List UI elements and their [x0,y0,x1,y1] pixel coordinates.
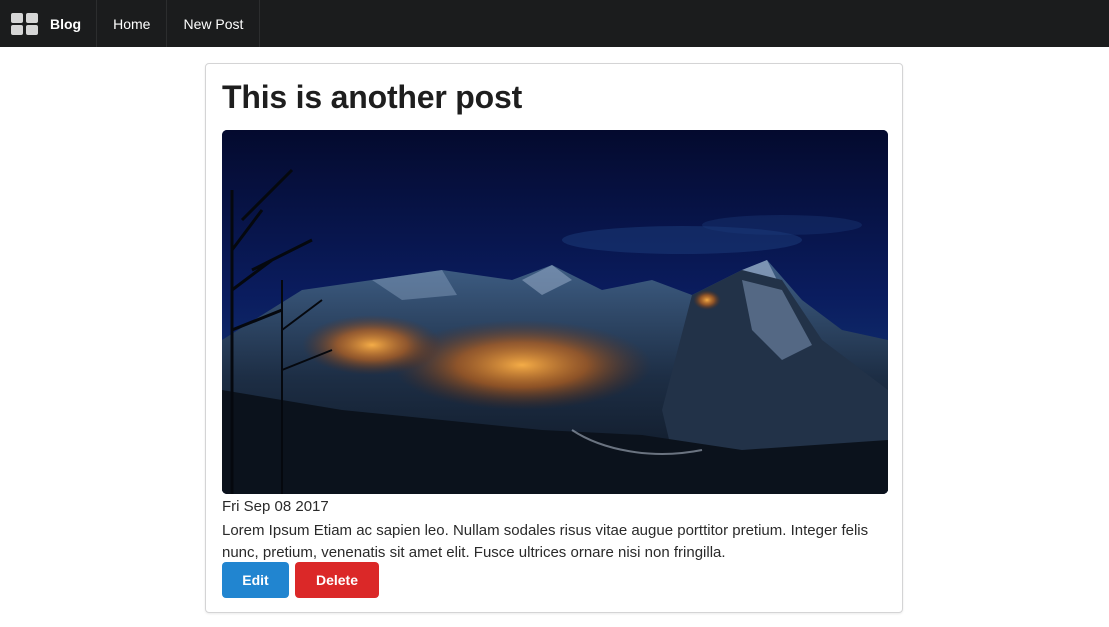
post-date: Fri Sep 08 2017 [222,498,329,515]
post-card: This is another post Fri Sep 08 2017 Lor… [205,63,903,613]
post-body: Lorem Ipsum Etiam ac sapien leo. Nullam … [222,522,869,561]
delete-button[interactable]: Delete [295,562,379,598]
brand-link[interactable]: Blog [0,0,98,47]
nav-item-home[interactable]: Home [97,0,168,47]
nav-item-new-post[interactable]: New Post [167,0,261,47]
brand-label: Blog [50,15,82,32]
post-title: This is another post [222,79,523,115]
top-navbar: Blog Home New Post [0,0,1109,47]
grid-icon [11,12,38,35]
post-image [222,130,888,494]
edit-button[interactable]: Edit [222,562,289,598]
